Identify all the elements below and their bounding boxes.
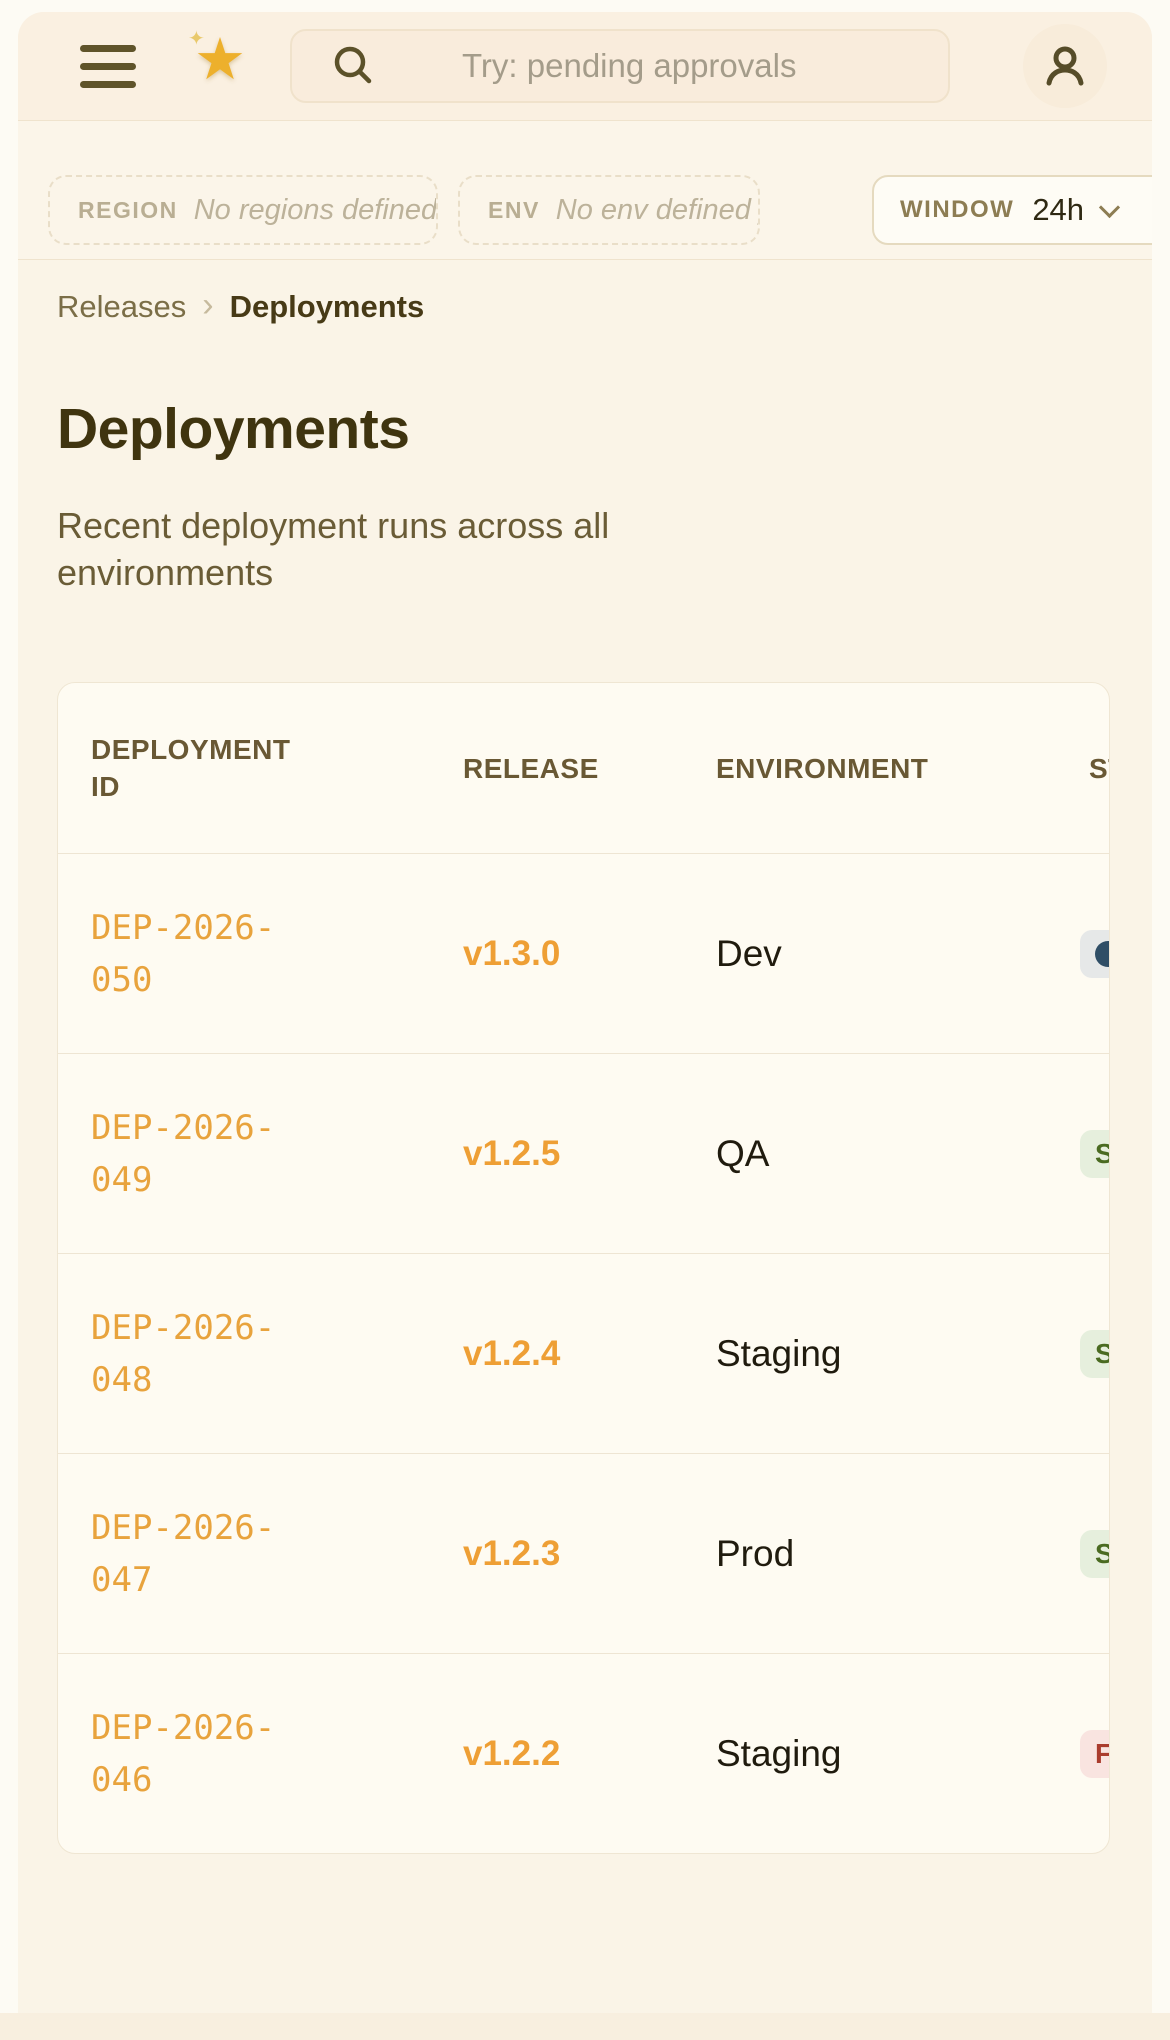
status-badge: Success [1080, 1130, 1110, 1178]
window-filter-value: 24h [1032, 192, 1084, 228]
deployment-id-link[interactable]: DEP-2026-047 [91, 1502, 331, 1606]
status-badge: Running [1080, 930, 1110, 978]
main-content: Releases › Deployments Deployments Recen… [18, 260, 1152, 2013]
app-container: ★ ✦ REGION No regions defined ENV No env… [18, 12, 1152, 2013]
deployment-id-link[interactable]: DEP-2026-049 [91, 1102, 331, 1206]
environment-name: Dev [716, 933, 782, 974]
person-icon [1041, 42, 1089, 90]
bottom-strip [0, 2013, 1170, 2040]
region-filter-value: No regions defined [194, 194, 437, 227]
release-version: v1.2.2 [463, 1734, 560, 1773]
col-header-environment: ENVIRONMENT [716, 750, 1089, 787]
status-badge: Failed [1080, 1730, 1110, 1778]
deployment-id-link[interactable]: DEP-2026-046 [91, 1702, 331, 1806]
table-row[interactable]: DEP-2026-047 v1.2.3 Prod Success [58, 1453, 1109, 1653]
search-icon [330, 43, 376, 89]
chevron-right-icon: › [202, 288, 213, 326]
release-version: v1.2.4 [463, 1334, 560, 1373]
environment-name: Staging [716, 1733, 842, 1774]
col-header-deployment-id: DEPLOYMENT ID [91, 731, 296, 805]
breadcrumb-current: Deployments [230, 289, 425, 325]
release-version: v1.3.0 [463, 934, 560, 973]
table-row[interactable]: DEP-2026-048 v1.2.4 Staging Success [58, 1253, 1109, 1453]
col-header-status: STATUS [1089, 750, 1110, 787]
environment-name: Staging [716, 1333, 842, 1374]
status-dot-icon [1095, 941, 1110, 967]
release-version: v1.2.3 [463, 1534, 560, 1573]
env-filter-label: ENV [488, 197, 540, 224]
app-logo[interactable]: ★ ✦ [192, 30, 264, 102]
deployments-table: DEPLOYMENT ID RELEASE ENVIRONMENT STATUS… [57, 682, 1110, 1854]
col-header-release: RELEASE [463, 750, 716, 787]
search-box[interactable] [290, 29, 950, 103]
chevron-down-icon [1099, 196, 1120, 217]
window-filter-dropdown[interactable]: WINDOW 24h [872, 175, 1152, 245]
environment-name: QA [716, 1133, 769, 1174]
table-row[interactable]: DEP-2026-046 v1.2.2 Staging Failed [58, 1653, 1109, 1853]
environment-name: Prod [716, 1533, 794, 1574]
table-header-row: DEPLOYMENT ID RELEASE ENVIRONMENT STATUS [58, 683, 1109, 853]
release-version: v1.2.5 [463, 1134, 560, 1173]
filter-bar: REGION No regions defined ENV No env def… [18, 120, 1152, 260]
user-avatar[interactable] [1023, 24, 1107, 108]
status-badge: Success [1080, 1330, 1110, 1378]
search-input[interactable] [462, 47, 924, 85]
page-subtitle: Recent deployment runs across all enviro… [57, 502, 697, 596]
deployment-id-link[interactable]: DEP-2026-050 [91, 902, 331, 1006]
table-row[interactable]: DEP-2026-049 v1.2.5 QA Success [58, 1053, 1109, 1253]
env-filter-value: No env defined yet [556, 194, 760, 227]
status-badge: Success [1080, 1530, 1110, 1578]
sparkle-logo-icon: ✦ [188, 26, 205, 51]
table-row[interactable]: DEP-2026-050 v1.3.0 Dev Running [58, 853, 1109, 1053]
env-filter[interactable]: ENV No env defined yet [458, 175, 760, 245]
window-filter-label: WINDOW [900, 196, 1014, 224]
breadcrumb-releases[interactable]: Releases [57, 289, 186, 325]
top-bar: ★ ✦ [18, 12, 1152, 120]
region-filter-label: REGION [78, 197, 178, 224]
page-title: Deployments [57, 396, 1152, 462]
region-filter[interactable]: REGION No regions defined [48, 175, 438, 245]
deployment-id-link[interactable]: DEP-2026-048 [91, 1302, 331, 1406]
menu-icon[interactable] [80, 45, 136, 88]
breadcrumb: Releases › Deployments [57, 288, 1152, 326]
